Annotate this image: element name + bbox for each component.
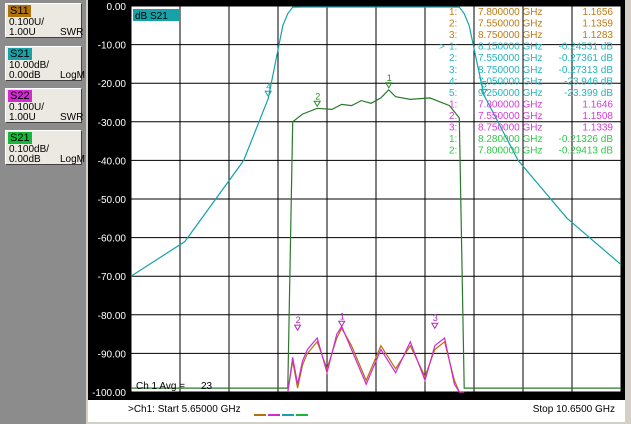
marker-frequency: 7.550000 GHz: [478, 19, 543, 30]
marker-index: 2:: [449, 53, 457, 64]
marker-number: 4: [266, 81, 271, 91]
trace-ref: 1.00U SWR: [9, 112, 84, 123]
y-axis-ticks: 0.00 -10.00 -20.00 -30.00 -40.00 -50.00 -60.00…: [92, 2, 126, 399]
marker-value: 1.1283: [582, 30, 613, 41]
marker-value: -0.27361 dB: [559, 53, 614, 64]
marker-frequency: 8.150000 GHz: [478, 42, 543, 53]
marker-frequency: 7.800000 GHz: [478, 146, 543, 157]
marker-value: -0.27313 dB: [559, 65, 614, 76]
marker-value: 1.1339: [582, 123, 613, 134]
marker-index: 1:: [449, 42, 457, 53]
sweep-stop-label: Stop 10.6500 GHz: [532, 404, 615, 415]
marker-frequency: 8.750000 GHz: [478, 30, 543, 41]
marker-frequency: 8.750000 GHz: [478, 123, 543, 134]
marker-frequency: 7.800000 GHz: [478, 7, 543, 18]
marker-index: 2:: [449, 146, 457, 157]
marker-index: 1:: [449, 7, 457, 18]
y-tick-label: -10.00: [98, 41, 127, 52]
marker-frequency: 7.550000 GHz: [478, 53, 543, 64]
marker-index: 3:: [449, 123, 457, 134]
y-tick-label: -70.00: [98, 272, 127, 283]
marker-value: -23.399 dB: [564, 88, 613, 99]
network-analyzer-window: S11 0.100U/ 1.00U SWR S21 10.00dB/ 0.00dB…: [0, 0, 631, 424]
legend-swatch-s22: [268, 414, 280, 417]
marker-frequency: 8.280000 GHz: [478, 134, 543, 145]
marker-frequency: 7.550000 GHz: [478, 111, 543, 122]
trace-ref: 0.00dB LogM: [9, 154, 86, 165]
measurement-plot[interactable]: 0.00 -10.00 -20.00 -30.00 -40.00 -50.00 -60.00…: [88, 0, 625, 400]
marker-index: 5:: [449, 88, 457, 99]
marker-frequency: 7.800000 GHz: [478, 99, 543, 110]
marker-value: -0.24531 dB: [559, 42, 614, 53]
y-tick-label: -60.00: [98, 234, 127, 245]
y-tick-label: -100.00: [92, 388, 126, 399]
marker-number: 2: [315, 91, 320, 101]
y-tick-label: -50.00: [98, 195, 127, 206]
marker-number: 2: [296, 315, 301, 325]
y-tick-label: -20.00: [98, 79, 127, 90]
marker-value: 1.1359: [582, 19, 613, 30]
trace-list-panel: S11 0.100U/ 1.00U SWR S21 10.00dB/ 0.00dB…: [0, 0, 86, 424]
plot-area[interactable]: 0.00 -10.00 -20.00 -30.00 -40.00 -50.00 -60.00…: [88, 0, 625, 400]
y-tick-label: -30.00: [98, 118, 127, 129]
marker-index: 1:: [449, 99, 457, 110]
averaging-label: Ch 1 Avg =: [136, 381, 185, 392]
trace-box-s21-logm[interactable]: S21 10.00dB/ 0.00dB LogM: [5, 46, 86, 81]
trace-legend: [254, 409, 310, 421]
trace-box-s22[interactable]: S22 0.100U/ 1.00U SWR: [5, 88, 84, 123]
marker-frequency: 7.050000 GHz: [478, 76, 543, 87]
trace-tag-s21: S21: [8, 48, 32, 60]
trace-ref: 0.00dB LogM: [9, 70, 86, 81]
marker-value: -23.946 dB: [564, 76, 613, 87]
marker-value: 1.1646: [582, 99, 613, 110]
marker-value: 1.1508: [582, 111, 613, 122]
trace-box-s11[interactable]: S11 0.100U/ 1.00U SWR: [5, 3, 84, 38]
y-tick-label: -90.00: [98, 349, 127, 360]
marker-value: -0.21326 dB: [559, 134, 614, 145]
active-trace-label: dB S21: [135, 11, 168, 22]
sweep-start-label: >Ch1: Start 5.65000 GHz: [128, 404, 241, 415]
marker-index: 2:: [449, 111, 457, 122]
y-tick-label: -80.00: [98, 311, 127, 322]
trace-ref: 1.00U SWR: [9, 27, 84, 38]
legend-swatch-s21: [282, 414, 294, 417]
marker-number: 1: [340, 311, 345, 321]
marker-value: -0.29413 dB: [559, 146, 614, 157]
trace-tag-s11: S11: [8, 5, 31, 17]
marker-value: 1.1656: [582, 7, 613, 18]
marker-index: 3:: [449, 30, 457, 41]
marker-index: 3:: [449, 65, 457, 76]
legend-swatch-s21-fine: [296, 414, 308, 417]
active-marker-indicator: >: [439, 42, 445, 53]
marker-index: 2:: [449, 19, 457, 30]
marker-number: 1: [387, 73, 392, 83]
trace-box-s21-fine[interactable]: S21 0.100dB/ 0.00dB LogM: [5, 130, 86, 165]
trace-tag-s22: S22: [8, 90, 32, 102]
marker-index: 4:: [449, 76, 457, 87]
sweep-status-bar: >Ch1: Start 5.65000 GHz Stop 10.6500 GHz: [88, 400, 625, 422]
averaging-value: 23: [201, 381, 213, 392]
marker-frequency: 8.750000 GHz: [478, 65, 543, 76]
legend-swatch-s11: [254, 414, 266, 417]
trace-tag-s21-fine: S21: [8, 132, 32, 144]
y-tick-label: -40.00: [98, 156, 127, 167]
y-tick-label: 0.00: [107, 2, 127, 13]
marker-number: 3: [433, 313, 438, 323]
marker-frequency: 9.250000 GHz: [478, 88, 543, 99]
marker-index: 1:: [449, 134, 457, 145]
